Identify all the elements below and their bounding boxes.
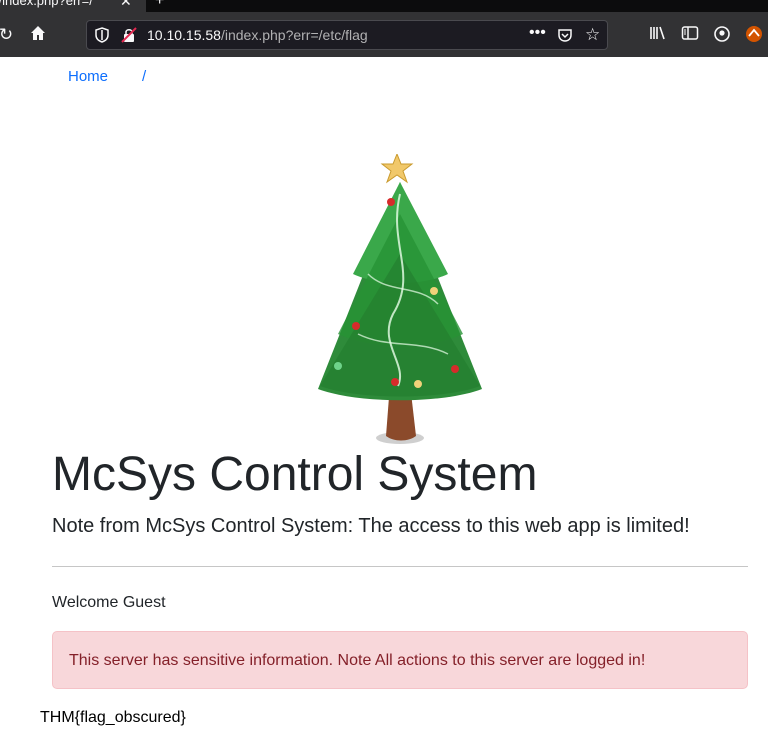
home-icon[interactable] — [28, 24, 48, 47]
welcome-text: Welcome Guest — [52, 594, 166, 611]
breadcrumb-home-link[interactable]: Home — [68, 68, 108, 85]
url-text[interactable]: 10.10.15.58/index.php?err=/etc/flag — [147, 27, 368, 43]
insecure-lock-icon[interactable] — [121, 27, 137, 46]
alert-box: This server has sensitive information. N… — [52, 631, 748, 689]
url-path: /index.php?err=/etc/flag — [220, 27, 368, 43]
tab-title: s/index.php?err=/ — [0, 0, 93, 8]
bookmark-star-icon[interactable]: ☆ — [585, 25, 600, 45]
url-bar[interactable]: 10.10.15.58/index.php?err=/etc/flag ••• … — [86, 20, 608, 50]
account-icon[interactable] — [712, 25, 732, 48]
flag-text: THM{flag_obscured} — [40, 709, 186, 726]
pocket-icon[interactable] — [557, 27, 573, 46]
url-host: 10.10.15.58 — [147, 27, 221, 43]
tab-strip: s/index.php?err=/ ✕ + — [0, 0, 768, 12]
more-icon[interactable]: ••• — [529, 24, 546, 42]
divider — [52, 566, 748, 567]
browser-tab[interactable]: s/index.php?err=/ ✕ — [0, 0, 146, 12]
page-note: Note from McSys Control System: The acce… — [52, 515, 690, 537]
alert-message: This server has sensitive information. N… — [69, 652, 646, 669]
breadcrumb: Home / — [68, 68, 146, 85]
extension-icon[interactable] — [744, 24, 764, 49]
tab-close-icon[interactable]: ✕ — [120, 0, 132, 12]
christmas-tree-image — [318, 154, 482, 444]
page-title: McSys Control System — [52, 448, 538, 501]
library-icon[interactable] — [648, 25, 668, 46]
reload-icon[interactable]: ↻ — [0, 25, 14, 45]
browser-toolbar: ↻ 10.10.15.58/index.php?err=/etc/flag ••… — [0, 12, 768, 57]
breadcrumb-separator: / — [142, 68, 147, 85]
new-tab-button[interactable]: + — [155, 0, 164, 12]
sidebar-icon[interactable] — [680, 25, 700, 46]
shield-icon[interactable] — [95, 27, 109, 46]
